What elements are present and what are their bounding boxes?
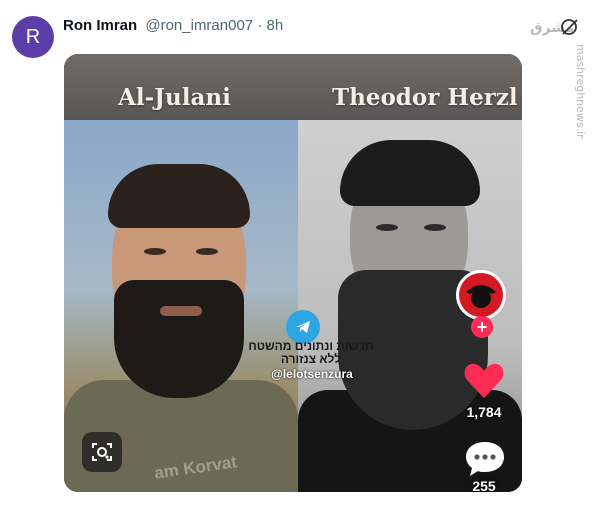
comment-count: 255: [472, 478, 496, 492]
header-separator: ·: [257, 17, 263, 34]
follow-plus-button[interactable]: +: [471, 316, 493, 338]
post-header: Ron Imran @ron_imran007 · 8h: [63, 17, 283, 34]
label-left: Al-Julani: [118, 84, 231, 111]
overlay-hebrew-text: חדשות ונתונים מהשטח ללא צנזורה: [248, 339, 374, 366]
post-time[interactable]: 8h: [267, 17, 284, 34]
site-watermark-url: mashreghnews.ir: [574, 44, 587, 139]
post-media[interactable]: Al-Julani Theodor Herzl am Korvat חדשות …: [64, 54, 522, 492]
heart-icon[interactable]: [463, 360, 505, 400]
author-avatar[interactable]: R: [12, 16, 54, 58]
media-banner: Al-Julani Theodor Herzl: [64, 54, 522, 120]
scan-lens-icon: [92, 443, 112, 461]
author-handle[interactable]: @ron_imran007: [145, 17, 253, 34]
comment-bubble-icon[interactable]: [464, 438, 506, 478]
tiktok-creator-avatar[interactable]: [456, 270, 506, 320]
grok-icon[interactable]: [558, 16, 580, 38]
author-display-name[interactable]: Ron Imran: [63, 17, 137, 34]
like-count: 1,784: [466, 404, 502, 420]
image-search-button[interactable]: [82, 432, 122, 472]
label-right: Theodor Herzl: [332, 84, 518, 111]
overlay-handle: @lelotsenzura: [271, 367, 353, 381]
